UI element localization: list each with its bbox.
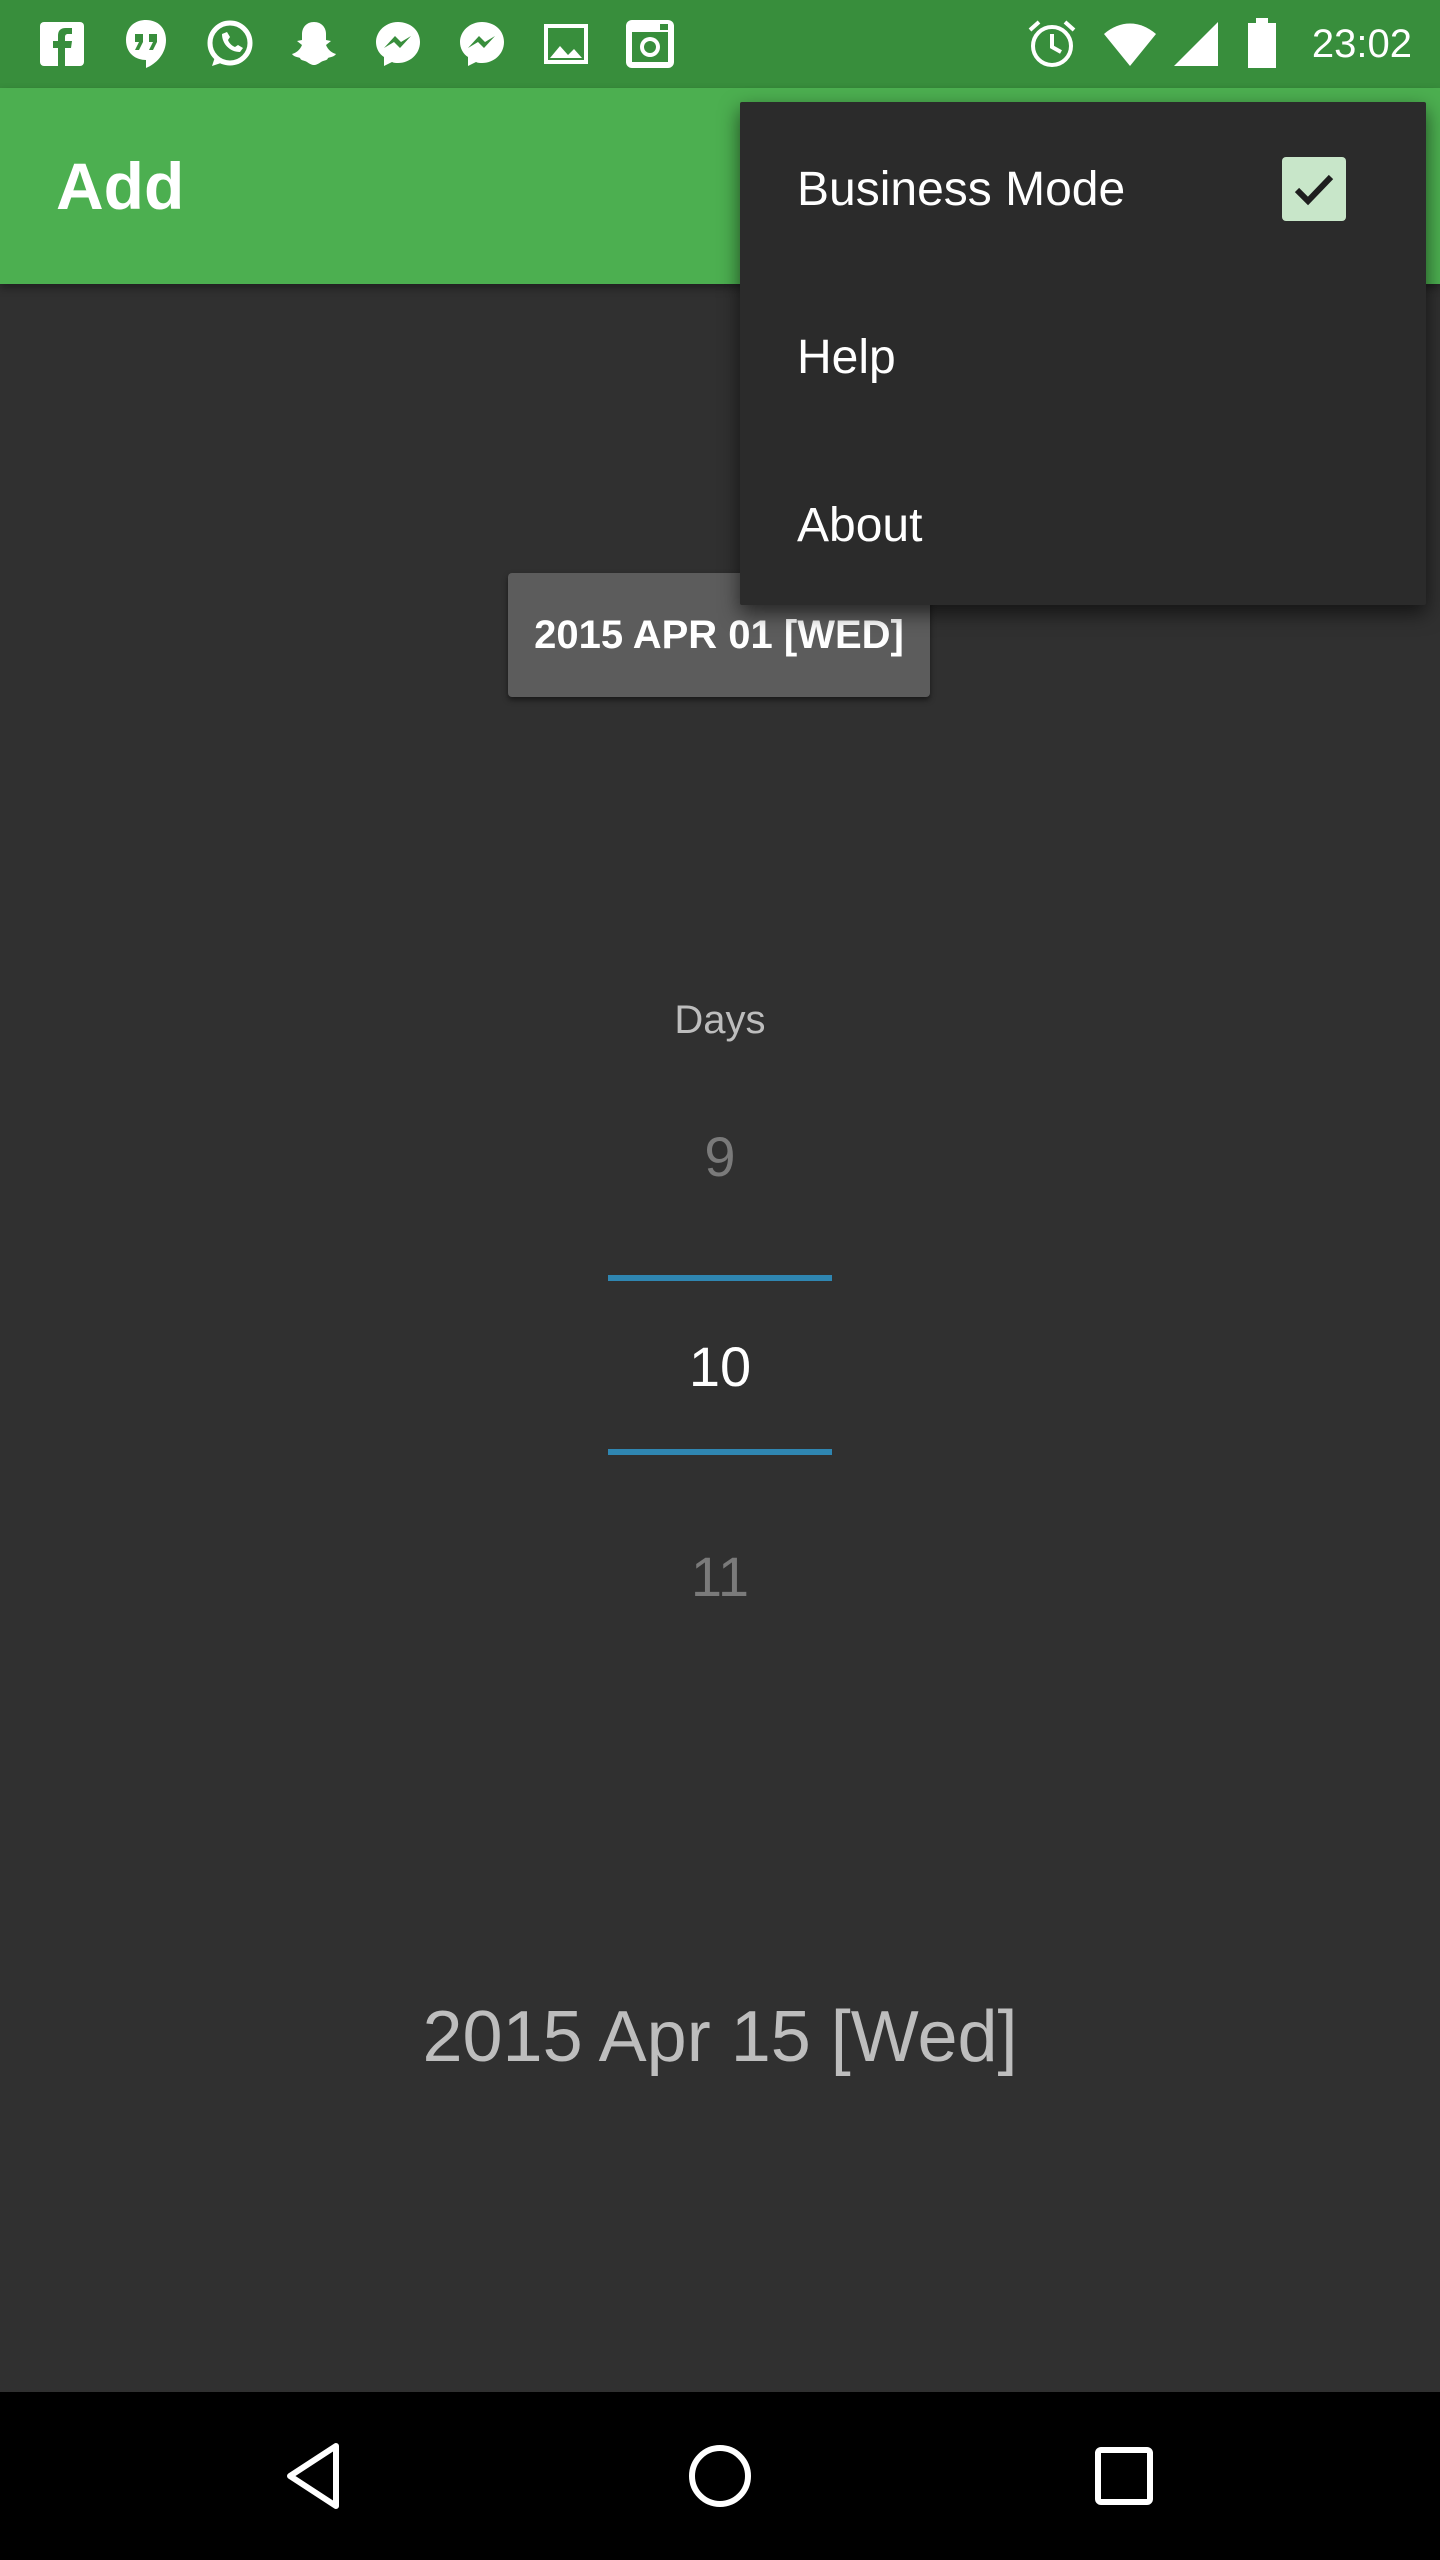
navigation-bar xyxy=(0,2392,1440,2560)
picker-divider-bottom xyxy=(608,1449,832,1455)
picker-next-value[interactable]: 11 xyxy=(520,1544,920,1609)
picker-divider-top xyxy=(608,1275,832,1281)
picker-prev-value[interactable]: 9 xyxy=(520,1124,920,1189)
picker-current-value[interactable]: 10 xyxy=(520,1334,920,1399)
menu-item-label: About xyxy=(797,498,923,552)
overflow-menu: Business Mode Help About xyxy=(740,102,1426,605)
home-button[interactable] xyxy=(660,2416,780,2536)
battery-icon xyxy=(1234,16,1290,72)
home-icon xyxy=(689,2445,751,2507)
status-time: 23:02 xyxy=(1311,22,1412,66)
menu-item-about[interactable]: About xyxy=(740,441,1426,609)
menu-item-business-mode[interactable]: Business Mode xyxy=(740,105,1426,273)
business-mode-checkbox[interactable] xyxy=(1282,157,1346,221)
recents-button[interactable] xyxy=(1064,2416,1184,2536)
instagram-icon xyxy=(622,16,678,72)
page-title: Add xyxy=(56,149,185,223)
check-icon xyxy=(1294,174,1334,206)
gallery-icon xyxy=(538,16,594,72)
screen: 23:02 Add 2015 APR 01 [WED] Days 9 10 11… xyxy=(0,0,1440,2560)
alarm-icon xyxy=(1024,16,1080,72)
facebook-icon xyxy=(34,16,90,72)
snapchat-icon xyxy=(286,16,342,72)
days-label: Days xyxy=(674,998,766,1042)
result-date: 2015 Apr 15 [Wed] xyxy=(422,1997,1018,2077)
back-icon xyxy=(287,2443,339,2509)
hangouts-icon xyxy=(118,16,174,72)
menu-item-help[interactable]: Help xyxy=(740,273,1426,441)
messenger-icon xyxy=(454,16,510,72)
wifi-icon xyxy=(1102,16,1158,72)
recents-icon xyxy=(1095,2447,1153,2505)
menu-item-label: Help xyxy=(797,330,896,384)
messenger-icon xyxy=(370,16,426,72)
cell-signal-icon xyxy=(1168,16,1224,72)
menu-item-label: Business Mode xyxy=(797,162,1126,216)
whatsapp-icon xyxy=(202,16,258,72)
status-bar: 23:02 xyxy=(0,0,1440,88)
back-button[interactable] xyxy=(256,2416,376,2536)
